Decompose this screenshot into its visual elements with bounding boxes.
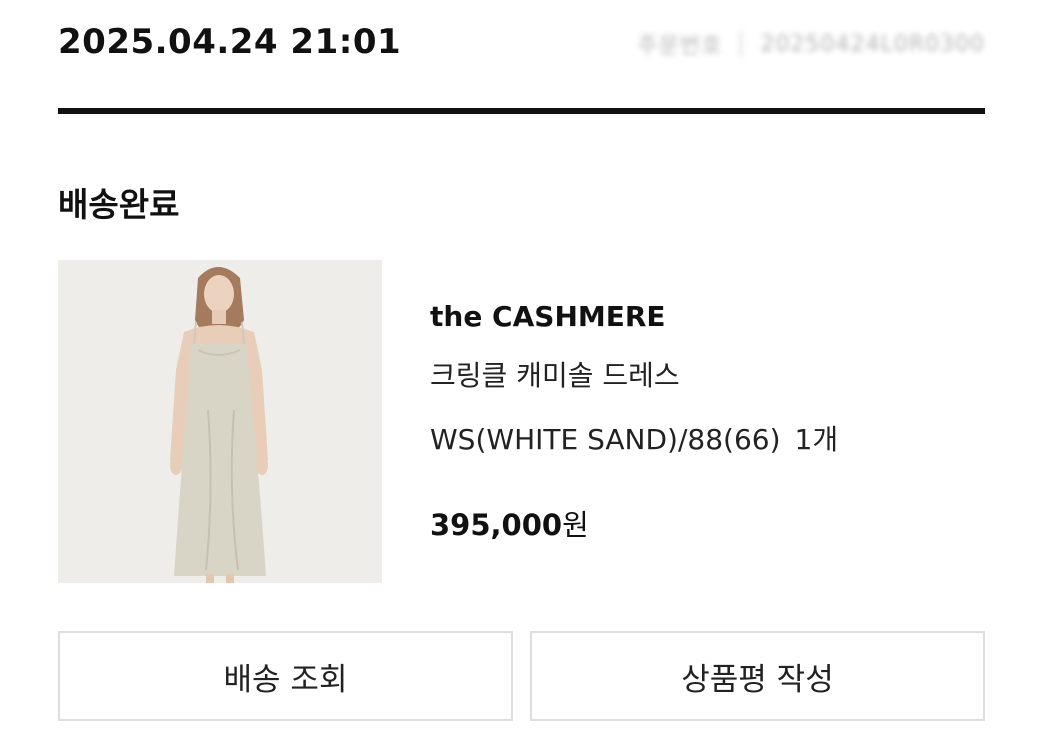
order-number-label: 주문번호	[637, 34, 723, 59]
product-option: WS(WHITE SAND)/88(66) 1개	[430, 418, 838, 458]
product-image[interactable]	[58, 260, 382, 583]
track-delivery-button[interactable]: 배송 조회	[58, 631, 513, 721]
product-quantity: 1개	[794, 423, 839, 456]
product-price: 395,000원	[430, 502, 589, 544]
product-name[interactable]: 크링클 캐미솔 드레스	[430, 354, 680, 394]
write-review-button[interactable]: 상품평 작성	[530, 631, 985, 721]
order-number-value: 20250424L0R0300	[760, 31, 985, 57]
order-header: 2025.04.24 21:01 주문번호 20250424L0R0300	[58, 18, 985, 68]
header-divider	[58, 108, 985, 114]
delivery-status: 배송완료	[58, 185, 180, 224]
product-price-unit: 원	[562, 508, 589, 542]
product-brand[interactable]: the CASHMERE	[430, 300, 666, 333]
product-photo-illustration	[58, 260, 382, 583]
product-price-amount: 395,000	[430, 508, 563, 542]
order-number-redacted: 주문번호 20250424L0R0300	[638, 26, 985, 62]
order-date: 2025.04.24 21:01	[58, 22, 402, 62]
order-number-divider	[740, 31, 743, 57]
product-option-value: WS(WHITE SAND)/88(66)	[430, 423, 781, 456]
